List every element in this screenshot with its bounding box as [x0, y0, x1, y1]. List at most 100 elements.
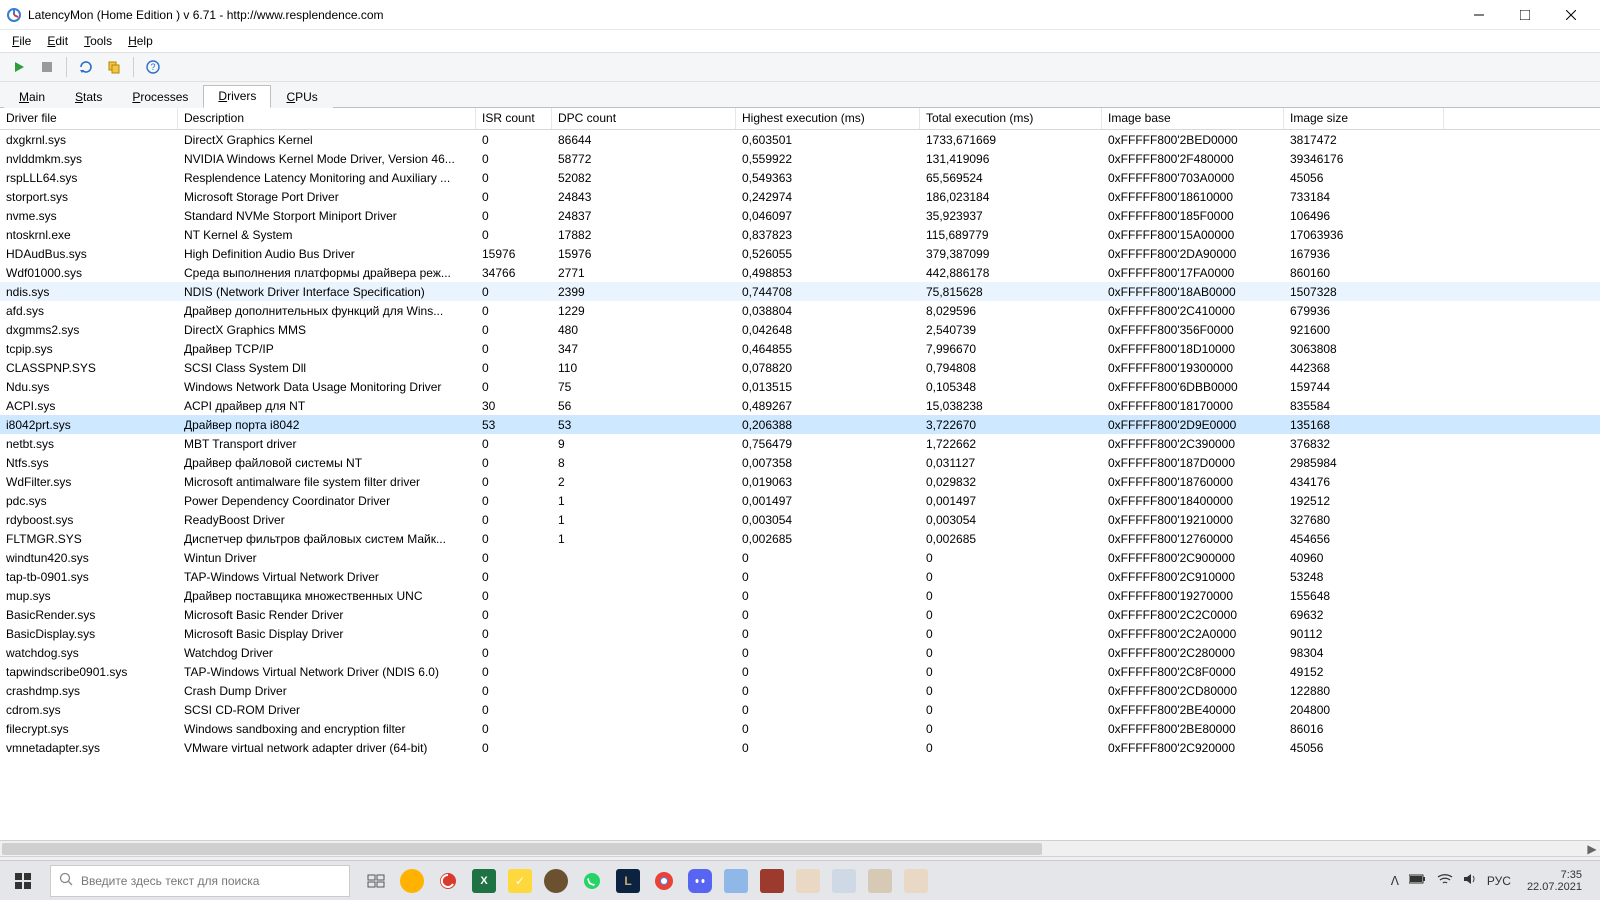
start-button-win[interactable]: [0, 861, 46, 901]
table-row[interactable]: WdFilter.sysMicrosoft antimalware file s…: [0, 472, 1600, 491]
table-row[interactable]: Ntfs.sysДрайвер файловой системы NT080,0…: [0, 453, 1600, 472]
tab-cpus[interactable]: CPUs: [271, 86, 332, 108]
help-button[interactable]: ?: [140, 55, 166, 79]
menu-edit[interactable]: Edit: [39, 32, 76, 50]
table-row[interactable]: FLTMGR.SYSДиспетчер фильтров файловых си…: [0, 529, 1600, 548]
table-row[interactable]: dxgkrnl.sysDirectX Graphics Kernel086644…: [0, 130, 1600, 149]
table-row[interactable]: crashdmp.sysCrash Dump Driver0000xFFFFF8…: [0, 681, 1600, 700]
cell: 1: [552, 493, 736, 509]
app-icon-lol[interactable]: L: [616, 869, 640, 893]
table-row[interactable]: afd.sysДрайвер дополнительных функций дл…: [0, 301, 1600, 320]
table-row[interactable]: storport.sysMicrosoft Storage Port Drive…: [0, 187, 1600, 206]
app-icon-beige3[interactable]: [904, 869, 928, 893]
col-driver-file[interactable]: Driver file: [0, 108, 178, 129]
table-row[interactable]: BasicRender.sysMicrosoft Basic Render Dr…: [0, 605, 1600, 624]
app-icon-yellow[interactable]: ✓: [508, 869, 532, 893]
table-row[interactable]: pdc.sysPower Dependency Coordinator Driv…: [0, 491, 1600, 510]
app-icon-beige1[interactable]: [796, 869, 820, 893]
cell: 0: [476, 550, 552, 566]
minimize-button[interactable]: [1456, 0, 1502, 30]
scroll-right-arrow[interactable]: ▶: [1584, 841, 1600, 857]
table-row[interactable]: tapwindscribe0901.sysTAP-Windows Virtual…: [0, 662, 1600, 681]
table-row[interactable]: nvme.sysStandard NVMe Storport Miniport …: [0, 206, 1600, 225]
refresh-button[interactable]: [73, 55, 99, 79]
whatsapp-icon[interactable]: [580, 869, 604, 893]
cell: 9: [552, 436, 736, 452]
volume-icon[interactable]: [1463, 872, 1477, 889]
menu-tools[interactable]: Tools: [76, 32, 120, 50]
table-row[interactable]: mup.sysДрайвер поставщика множественных …: [0, 586, 1600, 605]
table-row[interactable]: nvlddmkm.sysNVIDIA Windows Kernel Mode D…: [0, 149, 1600, 168]
maximize-button[interactable]: [1502, 0, 1548, 30]
col-isr-count[interactable]: ISR count: [476, 108, 552, 129]
stop-button[interactable]: [34, 55, 60, 79]
app-icon-red[interactable]: [760, 869, 784, 893]
table-row[interactable]: dxgmms2.sysDirectX Graphics MMS04800,042…: [0, 320, 1600, 339]
col-image-size[interactable]: Image size: [1284, 108, 1444, 129]
cell: 0xFFFFF800'2C900000: [1102, 550, 1284, 566]
copy-button[interactable]: [101, 55, 127, 79]
col-dpc-count[interactable]: DPC count: [552, 108, 736, 129]
start-button[interactable]: [6, 55, 32, 79]
table-row[interactable]: HDAudBus.sysHigh Definition Audio Bus Dr…: [0, 244, 1600, 263]
table-row[interactable]: rspLLL64.sysResplendence Latency Monitor…: [0, 168, 1600, 187]
discord-icon[interactable]: [688, 869, 712, 893]
ccleaner-icon[interactable]: [436, 869, 460, 893]
cell: 0xFFFFF800'2CD80000: [1102, 683, 1284, 699]
table-row[interactable]: ACPI.sysACPI драйвер для NT30560,4892671…: [0, 396, 1600, 415]
table-row[interactable]: rdyboost.sysReadyBoost Driver010,0030540…: [0, 510, 1600, 529]
table-row[interactable]: i8042prt.sysДрайвер порта i804253530,206…: [0, 415, 1600, 434]
language-indicator[interactable]: РУС: [1487, 874, 1511, 888]
cell: 0: [476, 740, 552, 756]
cell: 0,794808: [920, 360, 1102, 376]
app-icon-1[interactable]: [400, 869, 424, 893]
menu-help[interactable]: Help: [120, 32, 161, 50]
table-row[interactable]: windtun420.sysWintun Driver0000xFFFFF800…: [0, 548, 1600, 567]
table-row[interactable]: watchdog.sysWatchdog Driver0000xFFFFF800…: [0, 643, 1600, 662]
tab-processes[interactable]: Processes: [117, 86, 203, 108]
table-row[interactable]: cdrom.sysSCSI CD-ROM Driver0000xFFFFF800…: [0, 700, 1600, 719]
cell: 0: [476, 455, 552, 471]
excel-icon[interactable]: X: [472, 869, 496, 893]
close-button[interactable]: [1548, 0, 1594, 30]
cell: Драйвер TCP/IP: [178, 341, 476, 357]
col-image-base[interactable]: Image base: [1102, 108, 1284, 129]
clock[interactable]: 7:35 22.07.2021: [1521, 869, 1588, 893]
wifi-icon[interactable]: [1437, 873, 1453, 888]
cell: [552, 652, 736, 654]
col-description[interactable]: Description: [178, 108, 476, 129]
table-row[interactable]: vmnetadapter.sysVMware virtual network a…: [0, 738, 1600, 757]
table-row[interactable]: tcpip.sysДрайвер TCP/IP03470,4648557,996…: [0, 339, 1600, 358]
cell: HDAudBus.sys: [0, 246, 178, 262]
task-view-icon[interactable]: [364, 869, 388, 893]
table-row[interactable]: ntoskrnl.exeNT Kernel & System0178820,83…: [0, 225, 1600, 244]
tray-chevron-icon[interactable]: ᐱ: [1391, 874, 1399, 888]
table-row[interactable]: tap-tb-0901.sysTAP-Windows Virtual Netwo…: [0, 567, 1600, 586]
table-row[interactable]: CLASSPNP.SYSSCSI Class System Dll01100,0…: [0, 358, 1600, 377]
taskbar-search[interactable]: Введите здесь текст для поиска: [50, 865, 350, 897]
tab-drivers[interactable]: Drivers: [203, 85, 271, 108]
cell: 835584: [1284, 398, 1444, 414]
tab-stats[interactable]: Stats: [60, 86, 117, 108]
table-row[interactable]: Wdf01000.sysСреда выполнения платформы д…: [0, 263, 1600, 282]
horizontal-scrollbar[interactable]: ▶: [0, 840, 1600, 856]
table-row[interactable]: ndis.sysNDIS (Network Driver Interface S…: [0, 282, 1600, 301]
drivers-listview: Driver file Description ISR count DPC co…: [0, 108, 1600, 840]
tab-main[interactable]: Main: [4, 86, 60, 108]
chrome-icon[interactable]: [652, 869, 676, 893]
table-row[interactable]: netbt.sysMBT Transport driver090,7564791…: [0, 434, 1600, 453]
app-icon-gray[interactable]: [832, 869, 856, 893]
cell: 75,815628: [920, 284, 1102, 300]
col-total-exec[interactable]: Total execution (ms): [920, 108, 1102, 129]
scrollbar-thumb[interactable]: [2, 843, 1042, 855]
app-icon-blue[interactable]: [724, 869, 748, 893]
app-icon-beige2[interactable]: [868, 869, 892, 893]
battery-icon[interactable]: [1409, 873, 1427, 888]
menu-file[interactable]: File: [4, 32, 39, 50]
table-row[interactable]: Ndu.sysWindows Network Data Usage Monito…: [0, 377, 1600, 396]
table-row[interactable]: filecrypt.sysWindows sandboxing and encr…: [0, 719, 1600, 738]
table-row[interactable]: BasicDisplay.sysMicrosoft Basic Display …: [0, 624, 1600, 643]
listview-body[interactable]: dxgkrnl.sysDirectX Graphics Kernel086644…: [0, 130, 1600, 840]
col-highest-exec[interactable]: Highest execution (ms): [736, 108, 920, 129]
app-icon-coin[interactable]: [544, 869, 568, 893]
